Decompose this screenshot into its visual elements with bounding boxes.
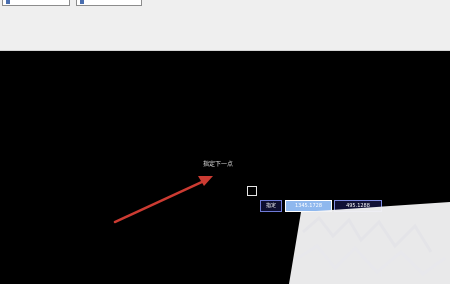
watermark-logo-icon — [289, 202, 450, 284]
command-prompt-caption: 指定下一点 — [203, 161, 234, 168]
cad-application-window: 指定下一点 指定 1345.1728 495.1288 — [0, 0, 450, 284]
pickbox-icon — [247, 186, 257, 196]
dynamic-input-prompt: 指定 — [260, 200, 282, 212]
arrow-shaft — [113, 179, 206, 224]
arrow-head — [198, 176, 213, 186]
